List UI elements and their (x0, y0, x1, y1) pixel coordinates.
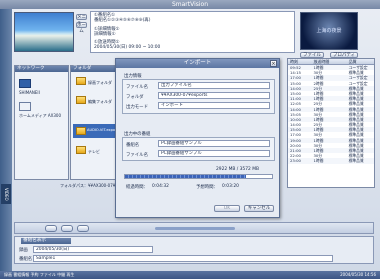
next-button[interactable] (77, 225, 89, 232)
source-file-label: ファイル名 (126, 153, 148, 158)
remaining-label: 予想時間： (196, 185, 218, 190)
network-header: ネットワーク (15, 66, 68, 72)
folder-item[interactable]: テレビ (88, 149, 100, 155)
table-row[interactable]: 23:00 1時間 標準品質 (288, 158, 374, 164)
cancel-button[interactable]: キャンセル (244, 205, 274, 212)
recording-list: 時刻 放送時間 品質 09:52 1時間 ユーザ設定 14:15 30分 標準品質 17:0… (287, 58, 375, 188)
elapsed-label: 経過時間： (126, 185, 148, 190)
file-name-field: 出力ファイル名 (158, 82, 270, 89)
column-header[interactable]: 放送時間 (313, 59, 348, 64)
output-mode-field: インポート (158, 102, 270, 109)
progress-bar (124, 174, 273, 179)
play-button[interactable] (61, 225, 73, 232)
elapsed-value: 0:04:32 (152, 184, 169, 189)
folder-item[interactable]: 編集フォルダ (88, 99, 112, 105)
preview-thumbnail-2[interactable]: 上海の夜景 (300, 12, 358, 50)
column-header[interactable]: 時刻 (288, 59, 313, 64)
import-dialog: インポート × 出力情報 ファイル名 出力ファイル名 フォルダ ¥¥AX300-… (115, 58, 280, 218)
date-label: 録画 (19, 248, 28, 253)
status-left: 録画 番組情報 予約 ファイル 中継 再生 (4, 272, 75, 277)
folder-path-label: フォルダパス： (60, 183, 88, 188)
name-label: 番組名 (19, 257, 33, 262)
title-bar: SmartVision (0, 0, 380, 9)
output-mode-label: 出力モード (126, 105, 148, 110)
folder-field: ¥¥AX300-07¥exports (158, 92, 270, 99)
media-server-icon[interactable] (19, 102, 31, 111)
previous-button[interactable] (45, 225, 57, 232)
remaining-value: 0:03:20 (222, 184, 239, 189)
dialog-title: インポート (183, 60, 212, 66)
status-right: 2004/05/30 14:56 (340, 272, 376, 277)
panel-title: 番組名表示 (21, 238, 71, 244)
folder-icon[interactable] (76, 96, 86, 104)
file-name-label: ファイル名 (126, 85, 148, 90)
status-bar: 録画 番組情報 予約 ファイル 中継 再生 2004/05/30 14:56 (0, 271, 380, 279)
preview-thumbnail[interactable] (14, 12, 74, 52)
network-item[interactable]: SHIMANEII (19, 90, 40, 95)
program-field: PC録画番組サンプル (158, 140, 270, 147)
selected-folder[interactable]: AUDIO-VIT.exports (73, 124, 120, 138)
playback-controls (14, 222, 374, 234)
home-button[interactable]: ホーム (76, 22, 87, 34)
sidebar: VIDEO (0, 9, 12, 271)
network-item[interactable]: ホームメディア AX300 (19, 113, 69, 118)
folder-icon[interactable] (76, 146, 86, 154)
app-window: SmartVision VIDEO メニュー ホーム ①番組名① 番組名①②③④… (0, 0, 380, 279)
program-label: 番組名 (126, 143, 140, 148)
folder-label: フォルダ (126, 95, 144, 100)
table-cell: 1時間 (313, 158, 324, 164)
size-text: 2922 MB / 3572 MB (216, 167, 260, 172)
progress-fill (125, 175, 246, 178)
folder-icon (76, 127, 86, 135)
table-cell: 標準品質 (348, 158, 364, 164)
close-button[interactable]: × (270, 60, 277, 67)
name-field[interactable]: Sample1 (33, 255, 333, 262)
folder-header: フォルダ (71, 66, 119, 72)
dialog-title-bar: インポート × (116, 59, 279, 68)
folder-icon[interactable] (76, 77, 86, 85)
date-field[interactable]: 2004/05/30(日) (33, 246, 153, 253)
network-drive-icon[interactable] (19, 79, 31, 88)
menu-button[interactable]: メニュー (76, 14, 87, 26)
program-info-panel: ①番組名① 番組名①②③④⑤⑥⑦⑧⑨(再) ①詳細情報① 詳細情報① ①放送時間… (90, 11, 295, 53)
video-tab[interactable]: VIDEO (1, 184, 11, 204)
folder-item[interactable]: 録画フォルダ (88, 80, 112, 86)
network-panel: ネットワーク SHIMANEII ホームメディア AX300 (14, 65, 69, 180)
source-file-field: PC録画番組サンプル (158, 150, 270, 157)
program-edit-panel: 番組名表示 録画 2004/05/30(日) 番組名 Sample1 (14, 236, 374, 264)
folder-panel: フォルダ 録画フォルダ 編集フォルダ AUDIO-VIT.exports テレビ (70, 65, 120, 180)
column-header[interactable]: 品質 (349, 59, 374, 64)
info-line: 2004/05/30(日) 09:00 ~ 10:00 (94, 45, 161, 51)
ok-button[interactable]: OK (214, 205, 240, 212)
table-cell: 23:00 (290, 158, 301, 164)
seek-slider[interactable] (155, 227, 235, 230)
list-body: 09:52 1時間 ユーザ設定 14:15 30分 標準品質 17:00 1時間 ユーザ設定 15… (288, 65, 374, 164)
